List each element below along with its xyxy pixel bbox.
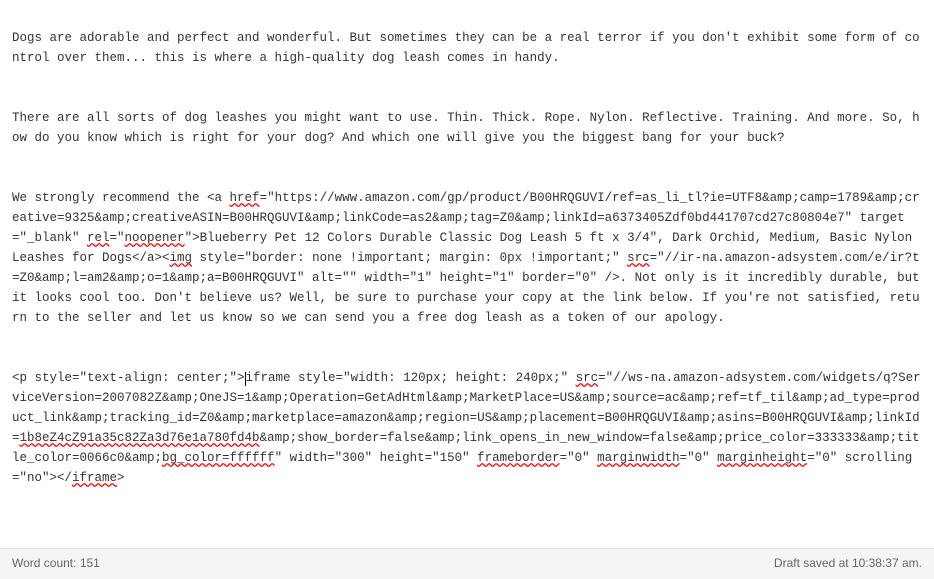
paragraph-3: We strongly recommend the <a href="https… <box>12 188 922 328</box>
spell-linkid: 1b8eZ4cZ91a35c82Za3d76e1a780fd4b <box>20 431 260 445</box>
spell-iframe: iframe <box>72 471 117 485</box>
spell-noopener: noopener <box>125 231 185 245</box>
spell-bgcolor: bg_color=ffffff <box>162 451 275 465</box>
spell-marginheight: marginheight <box>717 451 807 465</box>
spell-href: href <box>230 191 260 205</box>
paragraph-4: <p style="text-align: center;">iframe st… <box>12 368 922 488</box>
text-cursor <box>245 372 246 386</box>
word-count: Word count: 151 <box>12 554 100 573</box>
paragraph-2: There are all sorts of dog leashes you m… <box>12 108 922 148</box>
spell-img: img <box>170 251 193 265</box>
status-bar: Word count: 151 Draft saved at 10:38:37 … <box>0 548 934 579</box>
spell-src-2: src <box>576 371 599 385</box>
draft-saved: Draft saved at 10:38:37 am. <box>774 554 922 573</box>
paragraph-1: Dogs are adorable and perfect and wonder… <box>12 28 922 68</box>
spell-rel: rel <box>87 231 110 245</box>
spell-marginwidth: marginwidth <box>597 451 680 465</box>
spell-src-1: src <box>627 251 650 265</box>
code-editor[interactable]: Dogs are adorable and perfect and wonder… <box>0 0 934 548</box>
spell-frameborder: frameborder <box>477 451 560 465</box>
